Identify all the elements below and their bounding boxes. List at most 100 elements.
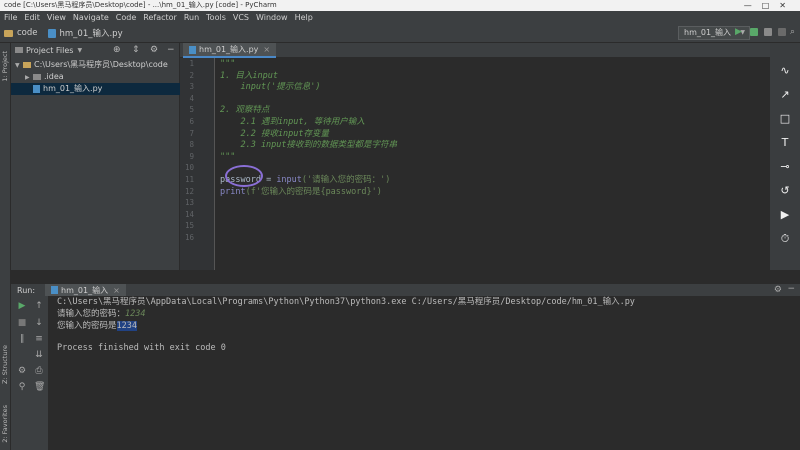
menu-help[interactable]: Help xyxy=(295,13,313,22)
menu-run[interactable]: Run xyxy=(184,13,199,22)
code-token: print xyxy=(220,186,246,197)
hide-icon[interactable]: − xyxy=(167,45,175,55)
code-token: ('请输入您的密码：') xyxy=(301,175,391,185)
menu-view[interactable]: View xyxy=(47,13,66,22)
code-line: 2.1 遇到input, 等待用户输入 xyxy=(220,117,365,127)
annotation-toolbar: ∿ ↗ □ T ⊸ ↺ ▶ ⏱ xyxy=(770,43,800,270)
tab-favorites[interactable]: 2: Favorites xyxy=(1,405,9,443)
run-panel-header: Run: hm_01_输入 × ⚙ − xyxy=(11,283,800,297)
menu-bar: File Edit View Navigate Code Refactor Ru… xyxy=(0,11,800,24)
print-icon[interactable]: ⎙ xyxy=(34,366,44,376)
close-icon[interactable]: × xyxy=(263,43,270,57)
python-file-icon xyxy=(47,28,56,38)
play-icon[interactable]: ▶ xyxy=(779,209,791,221)
run-config-label: hm_01_输入 xyxy=(684,28,732,37)
gear-icon[interactable]: ⚙ xyxy=(150,45,158,55)
stop-icon[interactable]: ■ xyxy=(17,318,27,328)
chevron-down-icon[interactable]: ▼ xyxy=(77,47,82,54)
line-number: 15 xyxy=(184,221,194,231)
maximize-icon[interactable]: □ xyxy=(762,1,780,10)
text-icon[interactable]: T xyxy=(779,137,791,149)
minimize-icon[interactable]: — xyxy=(744,1,762,10)
timer-icon[interactable]: ⏱ xyxy=(779,233,791,245)
pen-icon[interactable]: ∿ xyxy=(779,65,791,77)
project-panel-title[interactable]: Project Files xyxy=(26,46,73,55)
line-number: 10 xyxy=(184,163,194,173)
menu-navigate[interactable]: Navigate xyxy=(73,13,109,22)
tree-item-root[interactable]: ▼ C:\Users\黑马程序员\Desktop\code xyxy=(11,59,180,71)
arrow-up-icon[interactable]: ↑ xyxy=(34,301,44,311)
run-tab-label: hm_01_输入 xyxy=(61,285,109,295)
folder-icon xyxy=(33,73,41,80)
wrap-icon[interactable]: ≡ xyxy=(34,334,44,344)
line-number: 13 xyxy=(184,198,194,208)
coverage-icon[interactable] xyxy=(764,28,772,36)
hide-icon[interactable]: − xyxy=(787,284,795,294)
code-line: input('提示信息') xyxy=(220,82,321,93)
project-panel-header: Project Files ▼ ⊕ ⇕ ⚙ − xyxy=(11,43,179,57)
pause-icon[interactable]: ∥ xyxy=(17,334,27,344)
editor-tab-label: hm_01_输入.py xyxy=(199,44,259,54)
python-file-icon xyxy=(33,84,40,93)
breadcrumb-project[interactable]: code xyxy=(4,28,38,38)
rectangle-icon[interactable]: □ xyxy=(779,113,791,125)
stop-icon[interactable] xyxy=(778,28,786,36)
arrow-down-icon[interactable]: ↓ xyxy=(34,318,44,328)
python-file-icon xyxy=(189,45,196,54)
settings-icon[interactable]: ⚙ xyxy=(17,366,27,376)
collapse-all-icon[interactable]: ⇕ xyxy=(132,45,140,55)
close-icon[interactable]: ✕ xyxy=(779,1,796,10)
run-tab[interactable]: hm_01_输入 × xyxy=(45,283,126,297)
close-icon[interactable]: × xyxy=(113,286,120,295)
tree-item-idea[interactable]: ▶ .idea xyxy=(11,71,180,83)
arrow-icon[interactable]: ↗ xyxy=(779,89,791,101)
console-output-line: 您输入的密码是1234 xyxy=(57,320,137,332)
python-file-icon xyxy=(51,286,59,294)
window-controls[interactable]: —□✕ xyxy=(744,0,796,11)
window-title-bar: code [C:\Users\黑马程序员\Desktop\code] - ...… xyxy=(0,0,800,11)
editor-tab-file[interactable]: hm_01_输入.py × xyxy=(183,43,277,58)
console-output-value: 1234 xyxy=(116,321,137,331)
search-icon[interactable]: ⌕ xyxy=(790,27,795,37)
key-icon[interactable]: ⊸ xyxy=(779,161,791,173)
code-line: """ xyxy=(220,151,236,162)
code-editor[interactable]: """ 1. 目入input input('提示信息') 2. 观察特点 2.1… xyxy=(216,58,770,270)
console-command: C:\Users\黑马程序员\AppData\Local\Programs\Py… xyxy=(57,297,635,307)
run-console[interactable]: C:\Users\黑马程序员\AppData\Local\Programs\Py… xyxy=(48,296,800,450)
tree-item-label: C:\Users\黑马程序员\Desktop\code xyxy=(34,60,168,69)
breadcrumb-label: hm_01_输入.py xyxy=(59,29,123,39)
code-token: = xyxy=(260,175,277,185)
pin-icon[interactable]: ⚲ xyxy=(17,382,27,392)
gear-icon[interactable]: ⚙ xyxy=(774,285,782,295)
tab-project[interactable]: 1: Project xyxy=(1,51,9,82)
console-exit-line: Process finished with exit code 0 xyxy=(57,343,226,353)
scroll-end-icon[interactable]: ⇊ xyxy=(34,350,44,360)
menu-vcs[interactable]: VCS xyxy=(233,13,249,22)
line-number: 9 xyxy=(189,151,194,161)
trash-icon[interactable]: 🗑 xyxy=(34,382,45,392)
code-line: 2. 观察特点 xyxy=(220,105,270,116)
line-number: 5 xyxy=(189,105,194,115)
menu-refactor[interactable]: Refactor xyxy=(143,13,177,22)
menu-tools[interactable]: Tools xyxy=(206,13,226,22)
undo-icon[interactable]: ↺ xyxy=(779,185,791,197)
line-number: 6 xyxy=(189,117,194,126)
line-number: 8 xyxy=(189,140,194,150)
console-output-prefix: 您输入的密码是 xyxy=(57,321,117,331)
tree-item-file[interactable]: hm_01_输入.py xyxy=(11,83,180,95)
menu-edit[interactable]: Edit xyxy=(24,13,40,22)
menu-file[interactable]: File xyxy=(4,13,17,22)
rerun-icon[interactable]: ▶ xyxy=(17,301,27,311)
run-icon[interactable]: ▶ xyxy=(735,27,742,37)
crosshair-icon[interactable]: ⊕ xyxy=(113,45,121,55)
code-line: 1. 目入input xyxy=(220,70,278,81)
line-number: 7 xyxy=(189,128,194,138)
debug-icon[interactable] xyxy=(750,28,758,36)
tab-structure[interactable]: Z: Structure xyxy=(1,345,9,384)
menu-code[interactable]: Code xyxy=(116,13,136,22)
window-title: code [C:\Users\黑马程序员\Desktop\code] - ...… xyxy=(4,1,277,9)
line-number: 3 xyxy=(189,82,194,92)
breadcrumb-file[interactable]: hm_01_输入.py xyxy=(47,27,123,39)
folder-icon xyxy=(4,29,13,37)
menu-window[interactable]: Window xyxy=(256,13,288,22)
